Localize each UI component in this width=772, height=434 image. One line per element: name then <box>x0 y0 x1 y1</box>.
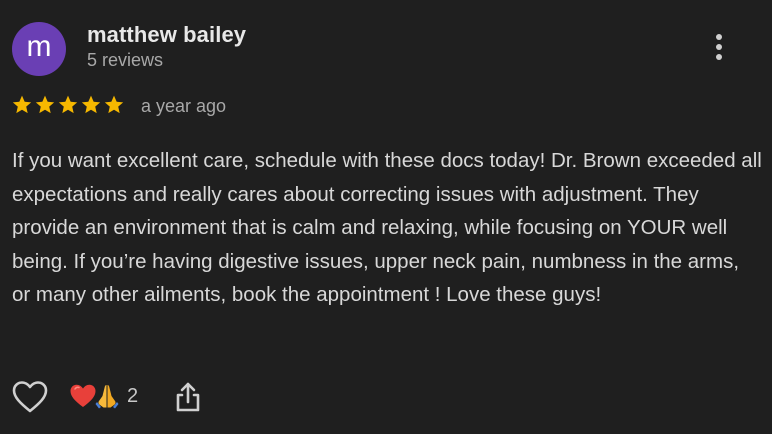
avatar-initial: m <box>26 30 52 63</box>
star-icon <box>12 95 32 114</box>
star-icon <box>81 95 101 114</box>
review-time: a year ago <box>141 96 227 116</box>
praying-hands-emoji <box>95 385 119 409</box>
heart-outline-icon <box>12 381 48 413</box>
star-icon <box>35 95 55 114</box>
more-vertical-icon <box>716 34 722 60</box>
author-reviews-count[interactable]: 5 reviews <box>87 50 163 71</box>
review-card: m matthew bailey 5 reviews a year ago If… <box>0 0 772 434</box>
share-icon <box>176 382 200 412</box>
star-icon <box>104 95 124 114</box>
like-button[interactable] <box>12 380 48 414</box>
star-rating <box>11 94 125 116</box>
review-text: If you want excellent care, schedule wit… <box>12 149 762 306</box>
reaction-count: 2 <box>127 384 139 407</box>
author-name[interactable]: matthew bailey <box>87 22 246 48</box>
share-button[interactable] <box>174 381 202 413</box>
more-options-button[interactable] <box>704 30 734 64</box>
reactions-summary[interactable]: 2 <box>69 382 138 410</box>
star-icon <box>58 95 78 114</box>
avatar[interactable]: m <box>12 22 66 76</box>
